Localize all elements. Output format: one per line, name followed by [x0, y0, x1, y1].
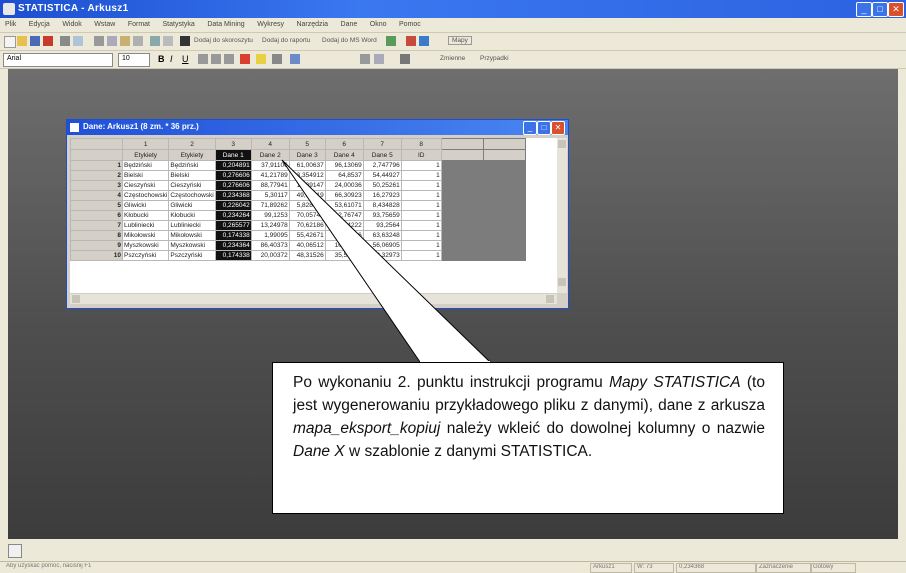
workbook-tab-icon[interactable]	[8, 544, 22, 558]
status-bar: Aby uzyskać pomoc, naciśnij F1 Arkusz1 W…	[0, 561, 906, 573]
bottom-panel	[0, 539, 906, 561]
callout-text: Po wykonaniu 2. punktu instrukcji progra…	[293, 374, 765, 460]
instruction-callout: Po wykonaniu 2. punktu instrukcji progra…	[272, 362, 784, 514]
status-message: Aby uzyskać pomoc, naciśnij F1	[6, 563, 92, 569]
